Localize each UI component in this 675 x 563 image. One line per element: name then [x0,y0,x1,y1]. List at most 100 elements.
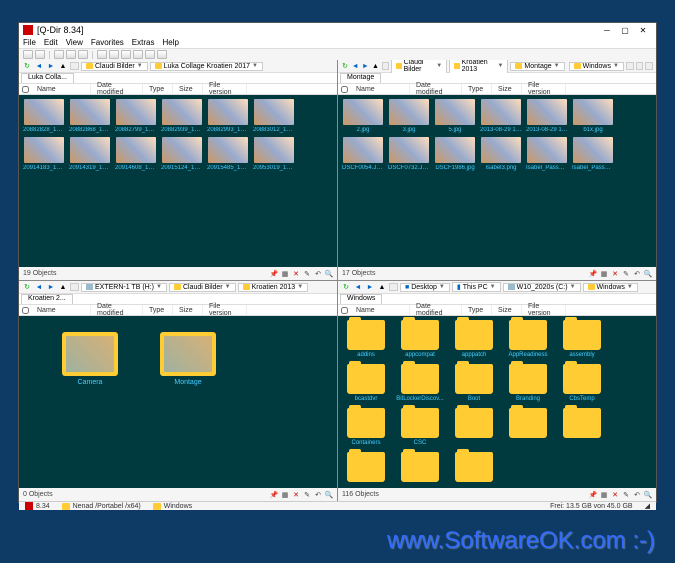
search-icon[interactable]: 🔍 [325,491,333,499]
tool-icon[interactable] [645,62,653,70]
pane4-content[interactable]: addinsappcompatapppatchAppReadinessassem… [338,316,656,488]
folder-item[interactable]: Boot [450,364,498,402]
pane3-content[interactable]: Camera Montage [19,316,337,488]
toolbar-button[interactable] [133,50,143,59]
image-thumbnail[interactable]: 20882799_15316... [115,99,157,133]
image-thumbnail[interactable]: Isabel_Passbild_1... [572,137,614,171]
select-all-checkbox[interactable] [22,86,29,93]
select-all-checkbox[interactable] [22,307,29,314]
pane2-content[interactable]: 2.jpg3.jpg5.jpg2013-08-29 17.35.25.jpg20… [338,95,656,267]
undo-icon[interactable]: ↶ [314,491,322,499]
col-date[interactable]: Date modified [410,84,462,94]
search-icon[interactable]: 🔍 [644,491,652,499]
refresh-icon[interactable]: ↻ [22,62,32,71]
toolbar-button[interactable] [23,50,33,59]
refresh-icon[interactable]: ↻ [341,283,351,292]
folder-item[interactable]: Montage [153,332,223,386]
col-size[interactable]: Size [492,305,522,315]
menu-edit[interactable]: Edit [44,38,58,47]
pin-icon[interactable]: 📌 [270,270,278,278]
breadcrumb[interactable]: Kroatien 2013▼ [238,283,309,292]
folder-item[interactable]: Containers [342,408,390,446]
breadcrumb[interactable]: Windows▼ [583,283,638,292]
image-thumbnail[interactable]: 3.jpg [388,99,430,133]
toolbar-button[interactable] [97,50,107,59]
image-thumbnail[interactable]: 20914608_15316... [115,137,157,171]
folder-item[interactable] [450,452,498,484]
pane1-content[interactable]: 20882828_15316...20882868_15316...208827… [19,95,337,267]
edit-icon[interactable]: ✎ [622,270,630,278]
tool-icon[interactable] [626,62,634,70]
refresh-icon[interactable]: ↻ [341,62,349,71]
toolbar-button[interactable] [109,50,119,59]
select-all-checkbox[interactable] [341,86,348,93]
col-name[interactable]: Name [350,84,410,94]
star-icon[interactable] [70,62,79,70]
breadcrumb[interactable]: Windows▼ [569,62,624,71]
back-icon[interactable]: ◄ [34,62,44,71]
resize-grip-icon[interactable]: ◢ [645,502,650,510]
col-date[interactable]: Date modified [410,305,462,315]
toolbar-button[interactable] [145,50,155,59]
forward-icon[interactable]: ► [361,62,369,71]
folder-item[interactable]: addins [342,320,390,358]
view-icon[interactable]: ▦ [600,491,608,499]
breadcrumb-drive[interactable]: EXTERN-1 TB (H:)▼ [81,283,167,292]
pin-icon[interactable]: 📌 [589,491,597,499]
pane1-tab[interactable]: Luka Colla... [21,73,74,83]
breadcrumb[interactable]: Montage▼ [510,62,564,71]
image-thumbnail[interactable]: 20914319_15316... [69,137,111,171]
col-type[interactable]: Type [462,305,492,315]
search-icon[interactable]: 🔍 [325,270,333,278]
image-thumbnail[interactable]: DSCF0054.JPG [342,137,384,171]
star-icon[interactable] [70,283,79,291]
back-icon[interactable]: ◄ [353,283,363,292]
image-thumbnail[interactable]: 5.jpg [434,99,476,133]
col-date[interactable]: Date modified [91,84,143,94]
minimize-button[interactable]: ─ [598,24,616,36]
delete-icon[interactable]: ✕ [611,270,619,278]
image-thumbnail[interactable]: DSCF0732.JPG [388,137,430,171]
up-icon[interactable]: ▲ [58,62,68,71]
tool-icon[interactable] [636,62,644,70]
col-version[interactable]: File version [522,305,566,315]
menu-file[interactable]: File [23,38,36,47]
forward-icon[interactable]: ► [46,283,56,292]
col-name[interactable]: Name [31,84,91,94]
star-icon[interactable] [382,62,390,70]
folder-item[interactable]: Camera [55,332,125,386]
view-icon[interactable]: ▦ [281,270,289,278]
edit-icon[interactable]: ✎ [303,491,311,499]
col-name[interactable]: Name [31,305,91,315]
image-thumbnail[interactable]: 2.jpg [342,99,384,133]
col-type[interactable]: Type [143,305,173,315]
image-thumbnail[interactable]: Isabel3.png [480,137,522,171]
search-icon[interactable]: 🔍 [644,270,652,278]
image-thumbnail[interactable]: 20882828_15316... [23,99,65,133]
folder-item[interactable]: appcompat [396,320,444,358]
edit-icon[interactable]: ✎ [303,270,311,278]
back-icon[interactable]: ◄ [351,62,359,71]
undo-icon[interactable]: ↶ [633,270,641,278]
image-thumbnail[interactable]: 20882993_15318... [207,99,249,133]
up-icon[interactable]: ▲ [377,283,387,292]
breadcrumb[interactable]: Kroatien 2013▼ [449,60,508,74]
view-icon[interactable]: ▦ [600,270,608,278]
col-size[interactable]: Size [492,84,522,94]
breadcrumb[interactable]: Luka Collage Kroatien 2017▼ [150,62,263,71]
col-size[interactable]: Size [173,84,203,94]
select-all-checkbox[interactable] [341,307,348,314]
back-icon[interactable]: ◄ [34,283,44,292]
menu-help[interactable]: Help [162,38,178,47]
folder-item[interactable] [450,408,498,446]
toolbar-button[interactable] [35,50,45,59]
image-thumbnail[interactable]: 20915485_15318... [207,137,249,171]
toolbar-button[interactable] [78,50,88,59]
folder-item[interactable] [558,408,606,446]
star-icon[interactable] [389,283,398,291]
folder-item[interactable]: CSC [396,408,444,446]
col-type[interactable]: Type [462,84,492,94]
col-date[interactable]: Date modified [91,305,143,315]
delete-icon[interactable]: ✕ [292,491,300,499]
undo-icon[interactable]: ↶ [314,270,322,278]
